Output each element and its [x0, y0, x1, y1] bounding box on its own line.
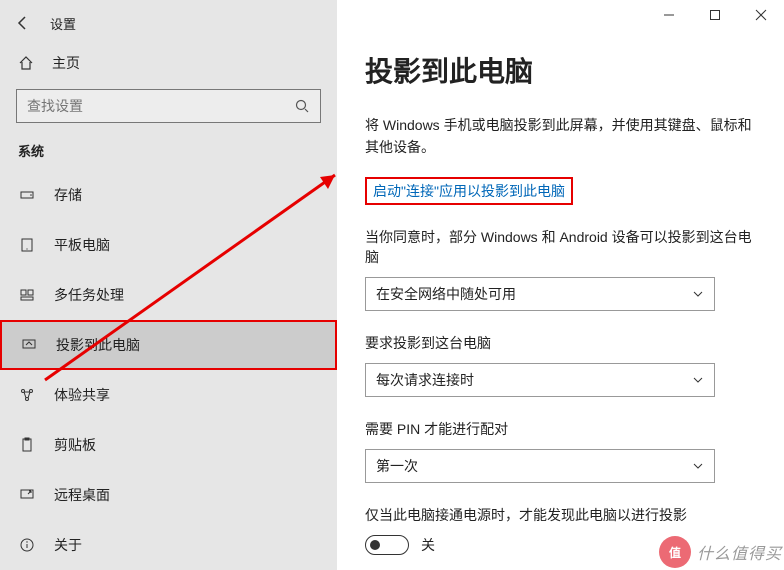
- opt1-title: 当你同意时，部分 Windows 和 Android 设备可以投影到这台电脑: [365, 227, 756, 267]
- minimize-button[interactable]: [646, 0, 692, 30]
- sidebar-item-shared[interactable]: 体验共享: [0, 370, 337, 420]
- sidebar-item-remote[interactable]: 远程桌面: [0, 470, 337, 520]
- search-icon: [294, 98, 310, 114]
- watermark-text: 什么值得买: [697, 540, 782, 564]
- chevron-down-icon: [692, 374, 704, 386]
- launch-connect-link[interactable]: 启动"连接"应用以投影到此电脑: [373, 183, 565, 199]
- opt3-value: 第一次: [376, 456, 418, 476]
- opt1-dropdown[interactable]: 在安全网络中随处可用: [365, 277, 715, 311]
- search-input-wrap[interactable]: [16, 89, 321, 123]
- toggle-label: 关: [421, 535, 435, 555]
- sidebar-item-label: 远程桌面: [54, 485, 110, 505]
- multitask-icon: [18, 286, 36, 304]
- project-icon: [20, 336, 38, 354]
- sidebar-item-home[interactable]: 主页: [0, 45, 337, 81]
- opt3-title: 需要 PIN 才能进行配对: [365, 419, 756, 439]
- maximize-button[interactable]: [692, 0, 738, 30]
- storage-icon: [18, 186, 36, 204]
- sidebar-item-about[interactable]: 关于: [0, 520, 337, 570]
- sidebar-item-label: 投影到此电脑: [56, 335, 140, 355]
- watermark-badge: 值: [659, 536, 691, 568]
- sidebar-item-label: 多任务处理: [54, 285, 124, 305]
- sidebar-item-label: 平板电脑: [54, 235, 110, 255]
- remote-icon: [18, 486, 36, 504]
- watermark: 值 什么值得买: [659, 536, 782, 568]
- home-icon: [18, 55, 34, 71]
- back-button[interactable]: [14, 14, 32, 32]
- opt3-dropdown[interactable]: 第一次: [365, 449, 715, 483]
- sidebar-item-storage[interactable]: 存储: [0, 170, 337, 220]
- opt2-title: 要求投影到这台电脑: [365, 333, 756, 353]
- opt2-value: 每次请求连接时: [376, 370, 474, 390]
- sidebar-item-clipboard[interactable]: 剪贴板: [0, 420, 337, 470]
- tablet-icon: [18, 236, 36, 254]
- home-label: 主页: [52, 53, 80, 73]
- page-title: 投影到此电脑: [365, 50, 756, 90]
- power-toggle[interactable]: [365, 535, 409, 555]
- sidebar-item-label: 体验共享: [54, 385, 110, 405]
- sidebar-item-project[interactable]: 投影到此电脑: [0, 320, 337, 370]
- sidebar-item-label: 存储: [54, 185, 82, 205]
- page-description: 将 Windows 手机或电脑投影到此屏幕，并使用其键盘、鼠标和其他设备。: [365, 114, 756, 159]
- clipboard-icon: [18, 436, 36, 454]
- power-title: 仅当此电脑接通电源时，才能发现此电脑以进行投影: [365, 505, 756, 525]
- close-button[interactable]: [738, 0, 784, 30]
- window-title: 设置: [50, 14, 76, 33]
- about-icon: [18, 536, 36, 554]
- sidebar-item-tablet[interactable]: 平板电脑: [0, 220, 337, 270]
- search-input[interactable]: [27, 98, 294, 114]
- sidebar-item-label: 关于: [54, 535, 82, 555]
- opt1-value: 在安全网络中随处可用: [376, 284, 516, 304]
- chevron-down-icon: [692, 460, 704, 472]
- opt2-dropdown[interactable]: 每次请求连接时: [365, 363, 715, 397]
- sidebar-item-multitask[interactable]: 多任务处理: [0, 270, 337, 320]
- section-label: 系统: [18, 141, 337, 160]
- shared-icon: [18, 386, 36, 404]
- chevron-down-icon: [692, 288, 704, 300]
- sidebar-item-label: 剪贴板: [54, 435, 96, 455]
